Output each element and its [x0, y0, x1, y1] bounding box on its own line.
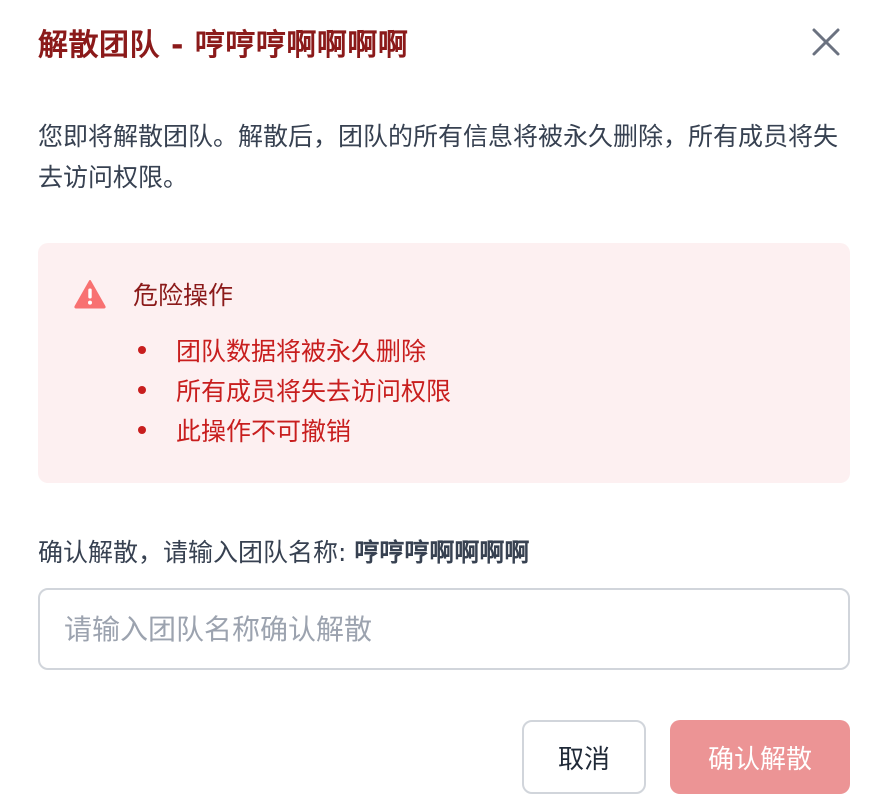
- confirm-label-prefix: 确认解散，请输入团队名称:: [38, 538, 355, 567]
- cancel-button[interactable]: 取消: [522, 720, 646, 794]
- warning-list-item: 所有成员将失去访问权限: [74, 370, 814, 410]
- warning-list-item: 此操作不可撤销: [74, 410, 814, 450]
- confirm-label: 确认解散，请输入团队名称: 哼哼哼啊啊啊啊: [38, 533, 529, 569]
- close-button[interactable]: [806, 22, 846, 62]
- warning-item-text: 团队数据将被永久删除: [176, 337, 427, 366]
- bullet-icon: [138, 386, 146, 394]
- warning-list-item: 团队数据将被永久删除: [74, 330, 814, 370]
- dissolve-team-dialog: 解散团队 - 哼哼哼啊啊啊啊 您即将解散团队。解散后，团队的所有信息将被永久删除…: [0, 0, 878, 808]
- warning-triangle-icon: [74, 279, 106, 309]
- confirm-dissolve-button[interactable]: 确认解散: [670, 720, 850, 794]
- bullet-icon: [138, 426, 146, 434]
- bullet-icon: [138, 346, 146, 354]
- confirm-team-name: 哼哼哼啊啊啊啊: [354, 538, 530, 567]
- warning-item-text: 此操作不可撤销: [176, 417, 352, 446]
- team-name-confirm-input[interactable]: [38, 588, 850, 670]
- dialog-description: 您即将解散团队。解散后，团队的所有信息将被永久删除，所有成员将失去访问权限。: [38, 122, 839, 192]
- close-icon: [812, 28, 840, 56]
- warning-title: 危险操作: [133, 281, 234, 310]
- warning-item-text: 所有成员将失去访问权限: [176, 377, 452, 406]
- warning-header: 危险操作: [74, 277, 814, 311]
- danger-warning-box: 危险操作 团队数据将被永久删除 所有成员将失去访问权限 此操作不可撤销: [38, 243, 850, 483]
- warning-list: 团队数据将被永久删除 所有成员将失去访问权限 此操作不可撤销: [74, 330, 814, 450]
- dialog-title: 解散团队 - 哼哼哼啊啊啊啊: [38, 28, 409, 63]
- dialog-header: 解散团队 - 哼哼哼啊啊啊啊: [38, 14, 850, 70]
